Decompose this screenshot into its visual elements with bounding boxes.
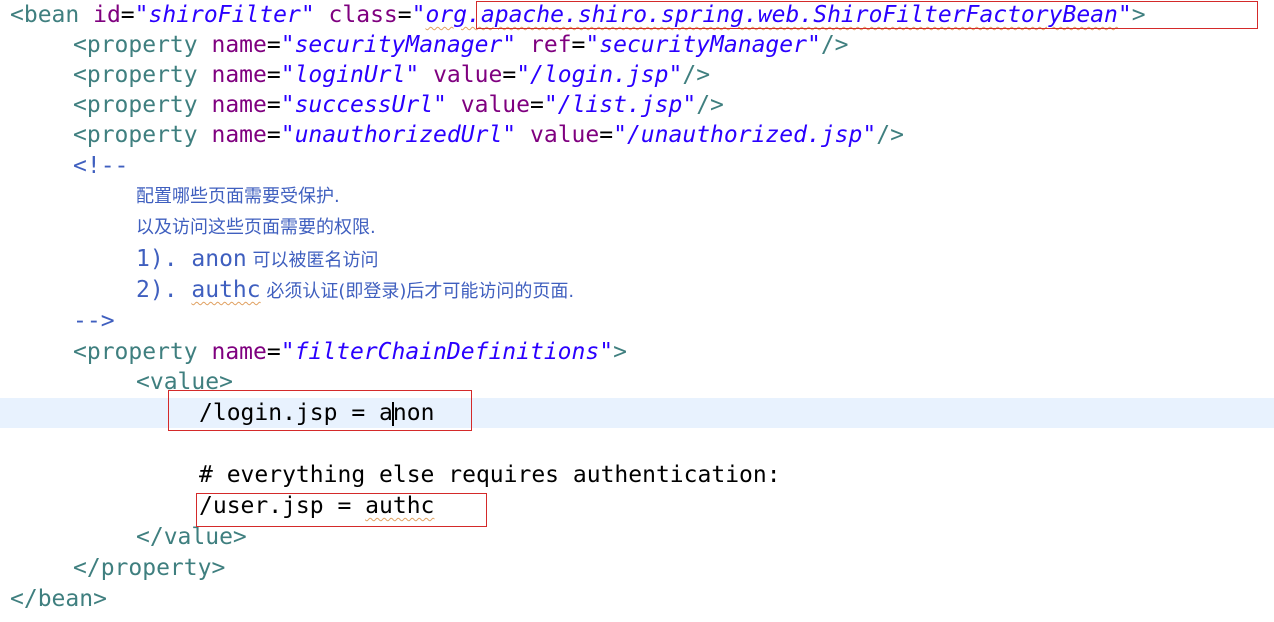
tag-property-open: <property bbox=[73, 122, 212, 148]
comment-close: --> bbox=[73, 308, 115, 334]
tag-property-open: <property bbox=[73, 339, 212, 365]
tag-property-close: </property> bbox=[73, 555, 226, 581]
equals: = bbox=[266, 32, 281, 58]
comment-everything-else: # everything else requires authenticatio… bbox=[199, 462, 781, 488]
equals: = bbox=[120, 2, 135, 28]
comment-line-permissions: 以及访问这些页面需要的权限. bbox=[136, 217, 376, 238]
anon-description: 可以被匿名访问 bbox=[246, 250, 379, 271]
authc-description: 必须认证(即登录)后才可能访问的页面. bbox=[260, 281, 575, 302]
value-ref: "securityManager" bbox=[585, 32, 821, 58]
attr-value: value bbox=[460, 92, 531, 118]
tag-bean-open: <bean bbox=[10, 2, 94, 28]
code-line-2: <property name="securityManager" ref="se… bbox=[73, 30, 1274, 60]
code-line-filter-chain: <property name="filterChainDefinitions"> bbox=[73, 337, 1274, 367]
comment-line-authc: 2). authc 必须认证(即登录)后才可能访问的页面. bbox=[136, 275, 1274, 305]
attr-name: name bbox=[211, 339, 267, 365]
equals: = bbox=[266, 339, 281, 365]
tag-self-close: /> bbox=[876, 122, 904, 148]
equals: = bbox=[571, 32, 586, 58]
value-name: "filterChainDefinitions" bbox=[280, 339, 614, 365]
value-name: "loginUrl" bbox=[280, 62, 420, 88]
value-url: "/list.jsp" bbox=[543, 92, 697, 118]
tag-close: > bbox=[613, 339, 627, 365]
attr-name: name bbox=[211, 122, 267, 148]
comment-open: <!-- bbox=[73, 153, 129, 179]
attr-value: value bbox=[530, 122, 600, 148]
equals: = bbox=[266, 62, 281, 88]
tag-property-open: <property bbox=[73, 62, 212, 88]
code-line-4: <property name="successUrl" value="/list… bbox=[73, 90, 1274, 120]
tag-self-close: /> bbox=[820, 32, 849, 58]
item-number: 2). bbox=[136, 277, 192, 303]
xml-editor[interactable]: <bean id="shiroFilter" class="org.apache… bbox=[0, 0, 1274, 622]
attr-name: name bbox=[211, 32, 267, 58]
tag-self-close: /> bbox=[682, 62, 711, 88]
value-url: "/unauthorized.jsp" bbox=[613, 122, 877, 148]
comment-line-protected-pages: 配置哪些页面需要受保护. bbox=[136, 186, 340, 207]
tag-property-open: <property bbox=[73, 92, 212, 118]
attr-value: value bbox=[433, 62, 503, 88]
annotation-box-user bbox=[196, 493, 487, 527]
comment-line-anon: 1). anon 可以被匿名访问 bbox=[136, 244, 1274, 274]
annotation-box-login bbox=[168, 390, 472, 431]
value-name: "unauthorizedUrl" bbox=[280, 122, 517, 148]
keyword-anon: anon bbox=[191, 246, 247, 272]
attr-id: id bbox=[93, 2, 121, 28]
equals: = bbox=[397, 2, 412, 28]
code-line-3: <property name="loginUrl" value="/login.… bbox=[73, 60, 1274, 90]
tag-bean-close: </bean> bbox=[10, 586, 107, 612]
code-line-5: <property name="unauthorizedUrl" value="… bbox=[73, 120, 1274, 150]
attr-name: name bbox=[211, 62, 267, 88]
equals: = bbox=[266, 122, 281, 148]
equals: = bbox=[530, 92, 544, 118]
tag-self-close: /> bbox=[696, 92, 724, 118]
item-number: 1). bbox=[136, 246, 192, 272]
equals: = bbox=[502, 62, 517, 88]
attr-class: class bbox=[328, 2, 398, 28]
keyword-authc: authc bbox=[191, 277, 261, 303]
quote: " bbox=[411, 2, 426, 28]
attr-ref: ref bbox=[530, 32, 572, 58]
attr-name: name bbox=[211, 92, 267, 118]
value-shiroFilter: "shiroFilter" bbox=[134, 2, 315, 28]
value-url: "/login.jsp" bbox=[516, 62, 683, 88]
value-name: "successUrl" bbox=[280, 92, 447, 118]
tag-property-open: <property bbox=[73, 32, 212, 58]
annotation-box-class bbox=[476, 1, 1258, 29]
equals: = bbox=[266, 92, 281, 118]
value-name: "securityManager" bbox=[280, 32, 517, 58]
equals: = bbox=[599, 122, 614, 148]
